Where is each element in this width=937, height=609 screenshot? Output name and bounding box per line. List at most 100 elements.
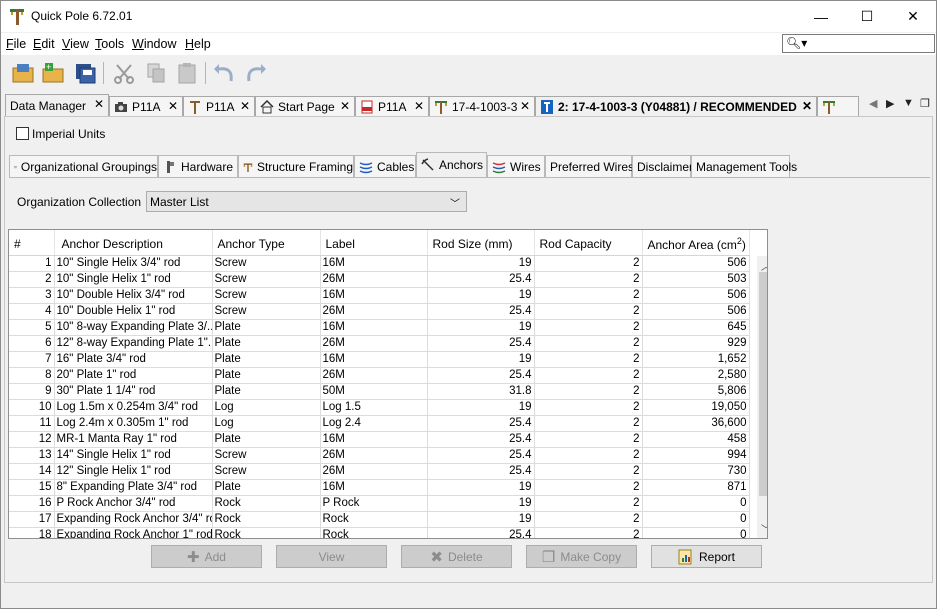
maximize-button[interactable]: ☐	[844, 1, 890, 32]
table-cell: 25.4	[427, 271, 535, 288]
table-row[interactable]: 13 14" Single Helix 1" rod Screw 26M 25.4 2 99…	[9, 447, 750, 464]
doc-tab-start-page[interactable]: Start Page ✕	[255, 96, 355, 116]
vertical-scrollbar[interactable]: ︿ ﹀	[757, 256, 767, 538]
tab-scroll-right-icon[interactable]: ▶	[886, 97, 894, 110]
search-icon[interactable]: 🔍︎▾	[786, 36, 807, 50]
menu-edit[interactable]: Edit	[33, 37, 55, 51]
column-header-type[interactable]: Anchor Type	[212, 230, 321, 256]
table-cell: 730	[642, 463, 750, 480]
tab-anchors[interactable]: Anchors	[416, 152, 487, 177]
report-button[interactable]: Report	[651, 545, 762, 568]
tab-maximize-icon[interactable]: ❐	[920, 97, 930, 110]
copy-icon[interactable]	[144, 61, 168, 85]
table-row[interactable]: 11 Log 2.4m x 0.305m 1" rod Log Log 2.4 25.4…	[9, 415, 750, 432]
scroll-down-icon[interactable]: ﹀	[761, 521, 767, 536]
column-header-rod-capacity[interactable]: Rod Capacity	[534, 230, 643, 256]
tab-cables[interactable]: Cables	[354, 155, 416, 177]
tab-list-dropdown-icon[interactable]: ▼	[903, 97, 914, 109]
column-header-description[interactable]: Anchor Description	[54, 230, 213, 256]
table-cell: 0	[642, 511, 750, 528]
doc-tab-p11a-camera[interactable]: P11A ✕	[109, 96, 183, 116]
table-row[interactable]: 1 10" Single Helix 3/4" rod Screw 16M 19 2 506	[9, 255, 750, 272]
cut-icon[interactable]	[112, 61, 136, 85]
paste-icon[interactable]	[175, 61, 199, 85]
close-tab-icon[interactable]: ✕	[168, 99, 178, 113]
doc-tab-data-manager[interactable]: Data Manager ✕	[5, 94, 109, 116]
table-row[interactable]: 14 12" Single Helix 1" rod Screw 26M 25.4 2 73…	[9, 463, 750, 480]
search-input[interactable]: 🔍︎▾	[782, 34, 935, 53]
table-cell: 30" Plate 1 1/4" rod	[54, 383, 213, 400]
save-all-icon[interactable]	[73, 61, 97, 85]
column-header-label[interactable]: Label	[320, 230, 428, 256]
doc-tab-17-4-1003-3[interactable]: 17-4-1003-3 ✕	[429, 96, 535, 116]
table-row[interactable]: 15 8" Expanding Plate 3/4" rod Plate 16M 19 2…	[9, 479, 750, 496]
tab-structure-framing[interactable]: Structure Framing	[238, 155, 354, 177]
menu-view[interactable]: View	[62, 37, 89, 51]
add-button[interactable]: ✚ Add	[151, 545, 262, 568]
table-cell: 26M	[320, 335, 428, 352]
menu-window[interactable]: Window	[132, 37, 176, 51]
tab-hardware[interactable]: Hardware	[158, 155, 238, 177]
make-copy-button[interactable]: ❐ Make Copy	[526, 545, 637, 568]
tab-management-tools[interactable]: Management Tools	[691, 155, 797, 177]
table-row[interactable]: 7 16" Plate 3/4" rod Plate 16M 19 2 1,652	[9, 351, 750, 368]
table-row[interactable]: 3 10" Double Helix 3/4" rod Screw 16M 19 2 506	[9, 287, 750, 304]
doc-tab-recommended[interactable]: 2: 17-4-1003-3 (Y04881) / RECOMMENDED ✕	[535, 96, 817, 116]
table-cell: Rock	[212, 527, 321, 538]
scrollbar-thumb[interactable]	[759, 272, 767, 496]
tab-scroll-left-icon[interactable]: ◀	[869, 97, 877, 110]
tab-disclaimer[interactable]: Disclaimer	[632, 155, 693, 177]
table-cell: 2,580	[642, 367, 750, 384]
redo-icon[interactable]	[243, 61, 267, 85]
close-tab-icon[interactable]: ✕	[94, 97, 104, 111]
table-cell: 2	[534, 303, 643, 320]
table-cell: Rock	[212, 495, 321, 512]
table-cell: 503	[642, 271, 750, 288]
doc-tab-overflow[interactable]	[817, 96, 859, 116]
table-cell: 7	[9, 351, 55, 368]
close-tab-icon[interactable]: ✕	[802, 99, 812, 113]
table-row[interactable]: 6 12" 8-way Expanding Plate 1"... Plate 26M…	[9, 335, 750, 352]
table-cell: Screw	[212, 271, 321, 288]
close-tab-icon[interactable]: ✕	[414, 99, 424, 113]
doc-tab-p11a-pdf[interactable]: P11A ✕	[355, 96, 429, 116]
column-header-anchor-area[interactable]: Anchor Area (cm2)	[642, 230, 750, 256]
undo-icon[interactable]	[213, 61, 237, 85]
tab-organizational-groupings[interactable]: Organizational Groupings	[9, 155, 158, 177]
view-button[interactable]: View	[276, 545, 387, 568]
doc-tab-p11a-pole[interactable]: P11A ✕	[183, 96, 255, 116]
close-button[interactable]: ✕	[890, 1, 936, 32]
tab-preferred-wires[interactable]: Preferred Wires	[545, 155, 634, 177]
minimize-button[interactable]: —	[798, 1, 844, 32]
delete-button[interactable]: ✖ Delete	[401, 545, 512, 568]
table-row[interactable]: 18 Expanding Rock Anchor 1" rod Rock Rock 25…	[9, 527, 750, 538]
open-folder-icon[interactable]	[11, 61, 35, 85]
menu-help[interactable]: Help	[185, 37, 211, 51]
table-row[interactable]: 16 P Rock Anchor 3/4" rod Rock P Rock 19 2 0	[9, 495, 750, 512]
table-cell: 2	[534, 527, 643, 538]
imperial-units-checkbox[interactable]	[16, 127, 29, 140]
organization-collection-select[interactable]: Master List ﹀	[146, 191, 467, 212]
table-row[interactable]: 9 30" Plate 1 1/4" rod Plate 50M 31.8 2 5,806	[9, 383, 750, 400]
tab-wires[interactable]: Wires	[487, 155, 545, 177]
table-row[interactable]: 10 Log 1.5m x 0.254m 3/4" rod Log Log 1.5 19…	[9, 399, 750, 416]
table-cell: Screw	[212, 303, 321, 320]
close-tab-icon[interactable]: ✕	[340, 99, 350, 113]
column-header-number[interactable]: #	[9, 230, 55, 256]
table-row[interactable]: 5 10" 8-way Expanding Plate 3/... Plate 16M…	[9, 319, 750, 336]
table-row[interactable]: 4 10" Double Helix 1" rod Screw 26M 25.4 2 506	[9, 303, 750, 320]
table-row[interactable]: 2 10" Single Helix 1" rod Screw 26M 25.4 2 503	[9, 271, 750, 288]
close-tab-icon[interactable]: ✕	[520, 99, 530, 113]
menu-file[interactable]: File	[6, 37, 26, 51]
anchor-icon	[421, 158, 434, 171]
table-row[interactable]: 12 MR-1 Manta Ray 1" rod Plate 16M 25.4 2 458	[9, 431, 750, 448]
table-row[interactable]: 17 Expanding Rock Anchor 3/4" rod Rock Rock…	[9, 511, 750, 528]
table-cell: Expanding Rock Anchor 3/4" rod	[54, 511, 213, 528]
menu-tools[interactable]: Tools	[95, 37, 124, 51]
new-folder-icon[interactable]: +	[41, 61, 65, 85]
scroll-up-icon[interactable]: ︿	[761, 258, 767, 273]
table-cell: 36,600	[642, 415, 750, 432]
close-tab-icon[interactable]: ✕	[240, 99, 250, 113]
table-row[interactable]: 8 20" Plate 1" rod Plate 26M 25.4 2 2,580	[9, 367, 750, 384]
column-header-rod-size[interactable]: Rod Size (mm)	[427, 230, 535, 256]
